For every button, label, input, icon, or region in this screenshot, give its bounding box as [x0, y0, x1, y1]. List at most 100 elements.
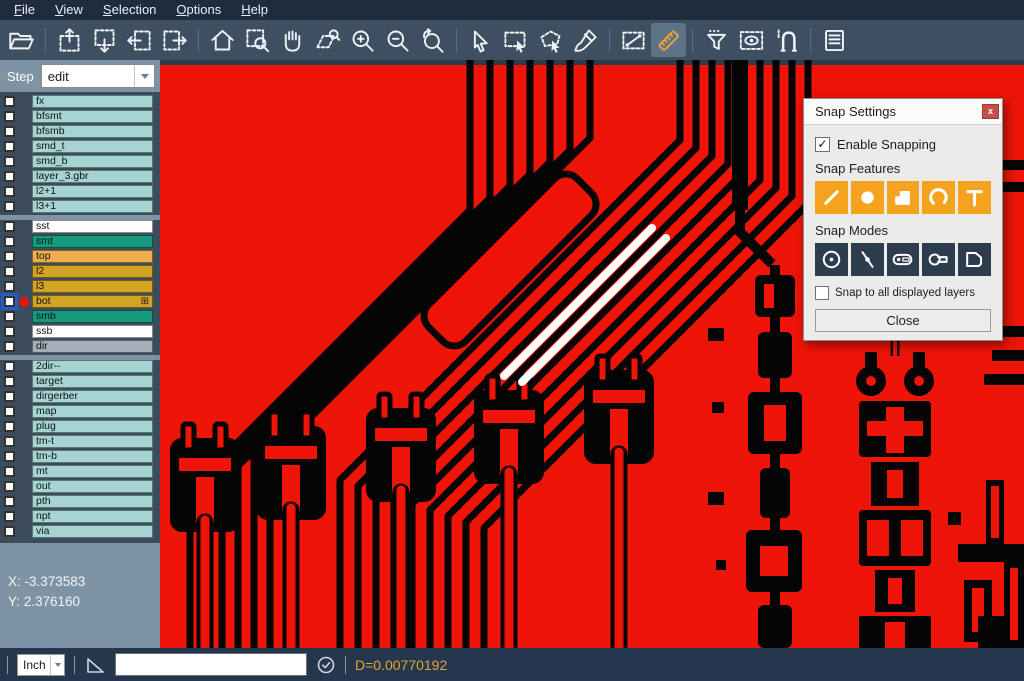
layer-row[interactable]: l2+1 — [0, 185, 160, 198]
home-view-button[interactable] — [205, 23, 240, 57]
layer-row[interactable]: dir — [0, 340, 160, 353]
layer-name-field[interactable]: smt — [32, 235, 153, 248]
menu-item[interactable]: Selection — [93, 1, 166, 19]
menu-item[interactable]: View — [45, 1, 93, 19]
layer-row[interactable]: top — [0, 250, 160, 263]
snap-magnet-button[interactable] — [769, 23, 804, 57]
pan-down-button[interactable] — [87, 23, 122, 57]
pcb-canvas[interactable]: Snap Settings x ✓ Enable Snapping Snap F… — [160, 60, 1024, 648]
snap-all-layers-row[interactable]: Snap to all displayed layers — [815, 286, 991, 300]
layer-row[interactable]: sst — [0, 215, 160, 233]
layer-name-field[interactable]: pth — [32, 495, 153, 508]
apply-check-icon[interactable] — [316, 655, 336, 675]
layer-name-field[interactable]: dirgerber — [32, 390, 153, 403]
snap-contour-button[interactable] — [958, 243, 991, 276]
measure-input[interactable] — [115, 653, 307, 676]
layer-row[interactable]: tm-b — [0, 450, 160, 463]
view-options-button[interactable] — [734, 23, 769, 57]
select-polygon-button[interactable] — [533, 23, 568, 57]
layer-visibility-checkbox[interactable] — [4, 526, 15, 537]
chevron-down-icon[interactable] — [50, 655, 64, 675]
layer-name-field[interactable]: tm-b — [32, 450, 153, 463]
layer-visibility-checkbox[interactable] — [4, 341, 15, 352]
zoom-object-button[interactable] — [310, 23, 345, 57]
layer-visibility-checkbox[interactable] — [4, 296, 15, 307]
layer-visibility-checkbox[interactable] — [4, 201, 15, 212]
layer-visibility-checkbox[interactable] — [4, 436, 15, 447]
layer-visibility-checkbox[interactable] — [4, 221, 15, 232]
layer-visibility-checkbox[interactable] — [4, 511, 15, 522]
zoom-previous-button[interactable] — [415, 23, 450, 57]
layer-name-field[interactable]: sst — [32, 220, 153, 233]
layer-row[interactable]: mt — [0, 465, 160, 478]
layer-row[interactable]: l3+1 — [0, 200, 160, 213]
measure-distance-button[interactable] — [616, 23, 651, 57]
layer-row[interactable]: smt — [0, 235, 160, 248]
layer-visibility-checkbox[interactable] — [4, 96, 15, 107]
layer-name-field[interactable]: smd_b — [32, 155, 153, 168]
zoom-out-button[interactable] — [380, 23, 415, 57]
layer-name-field[interactable]: 2dir-- — [32, 360, 153, 373]
layer-row[interactable]: fx — [0, 95, 160, 108]
layer-visibility-checkbox[interactable] — [4, 156, 15, 167]
snap-pad-button[interactable] — [851, 181, 884, 214]
layer-row[interactable]: l3 — [0, 280, 160, 293]
enable-snapping-row[interactable]: ✓ Enable Snapping — [815, 137, 991, 152]
layer-row[interactable]: tm-t — [0, 435, 160, 448]
layer-row[interactable]: bfsmb — [0, 125, 160, 138]
layer-visibility-checkbox[interactable] — [4, 391, 15, 402]
layer-name-field[interactable]: l2 — [32, 265, 153, 278]
layer-row[interactable]: dirgerber — [0, 390, 160, 403]
layer-name-field[interactable]: top — [32, 250, 153, 263]
layer-name-field[interactable]: npt — [32, 510, 153, 523]
layer-row[interactable]: smd_t — [0, 140, 160, 153]
pan-left-button[interactable] — [122, 23, 157, 57]
layer-name-field[interactable]: target — [32, 375, 153, 388]
layer-name-field[interactable]: fx — [32, 95, 153, 108]
dialog-close-icon[interactable]: x — [982, 104, 999, 119]
select-rectangle-button[interactable] — [498, 23, 533, 57]
snap-all-layers-checkbox[interactable] — [815, 286, 829, 300]
layer-visibility-checkbox[interactable] — [4, 186, 15, 197]
snap-center-button[interactable] — [815, 243, 848, 276]
layer-name-field[interactable]: dir — [32, 340, 153, 353]
dialog-title-bar[interactable]: Snap Settings x — [804, 99, 1002, 125]
snap-surface-button[interactable] — [887, 181, 920, 214]
layer-visibility-checkbox[interactable] — [4, 236, 15, 247]
layer-row[interactable]: 2dir-- — [0, 355, 160, 373]
layer-row[interactable]: l2 — [0, 265, 160, 278]
layer-visibility-checkbox[interactable] — [4, 311, 15, 322]
layer-visibility-checkbox[interactable] — [4, 111, 15, 122]
ruler-button[interactable] — [651, 23, 686, 57]
pan-up-button[interactable] — [52, 23, 87, 57]
select-pointer-button[interactable] — [463, 23, 498, 57]
layer-name-field[interactable]: l3+1 — [32, 200, 153, 213]
layer-name-field[interactable]: bfsmb — [32, 125, 153, 138]
menu-item[interactable]: Options — [166, 1, 231, 19]
layer-visibility-checkbox[interactable] — [4, 251, 15, 262]
layer-name-field[interactable]: bfsmt — [32, 110, 153, 123]
layer-name-field[interactable]: layer_3.gbr — [32, 170, 153, 183]
layer-visibility-checkbox[interactable] — [4, 466, 15, 477]
layer-visibility-checkbox[interactable] — [4, 481, 15, 492]
menu-item[interactable]: Help — [231, 1, 278, 19]
layer-visibility-checkbox[interactable] — [4, 361, 15, 372]
layer-name-field[interactable]: tm-t — [32, 435, 153, 448]
zoom-window-button[interactable] — [240, 23, 275, 57]
report-button[interactable] — [817, 23, 852, 57]
layer-visibility-checkbox[interactable] — [4, 281, 15, 292]
layer-visibility-checkbox[interactable] — [4, 326, 15, 337]
layer-visibility-checkbox[interactable] — [4, 266, 15, 277]
menu-item[interactable]: File — [4, 1, 45, 19]
layer-row[interactable]: pth — [0, 495, 160, 508]
enable-snapping-checkbox[interactable]: ✓ — [815, 137, 830, 152]
layer-name-field[interactable]: ssb — [32, 325, 153, 338]
zoom-in-button[interactable] — [345, 23, 380, 57]
dialog-close-button[interactable]: Close — [815, 309, 991, 332]
layer-row[interactable]: bfsmt — [0, 110, 160, 123]
snap-text-button[interactable] — [958, 181, 991, 214]
snap-pad-hole-button[interactable] — [887, 243, 920, 276]
snap-pad-outline-button[interactable] — [922, 243, 955, 276]
snap-midpoint-button[interactable] — [851, 243, 884, 276]
layer-name-field[interactable]: mt — [32, 465, 153, 478]
